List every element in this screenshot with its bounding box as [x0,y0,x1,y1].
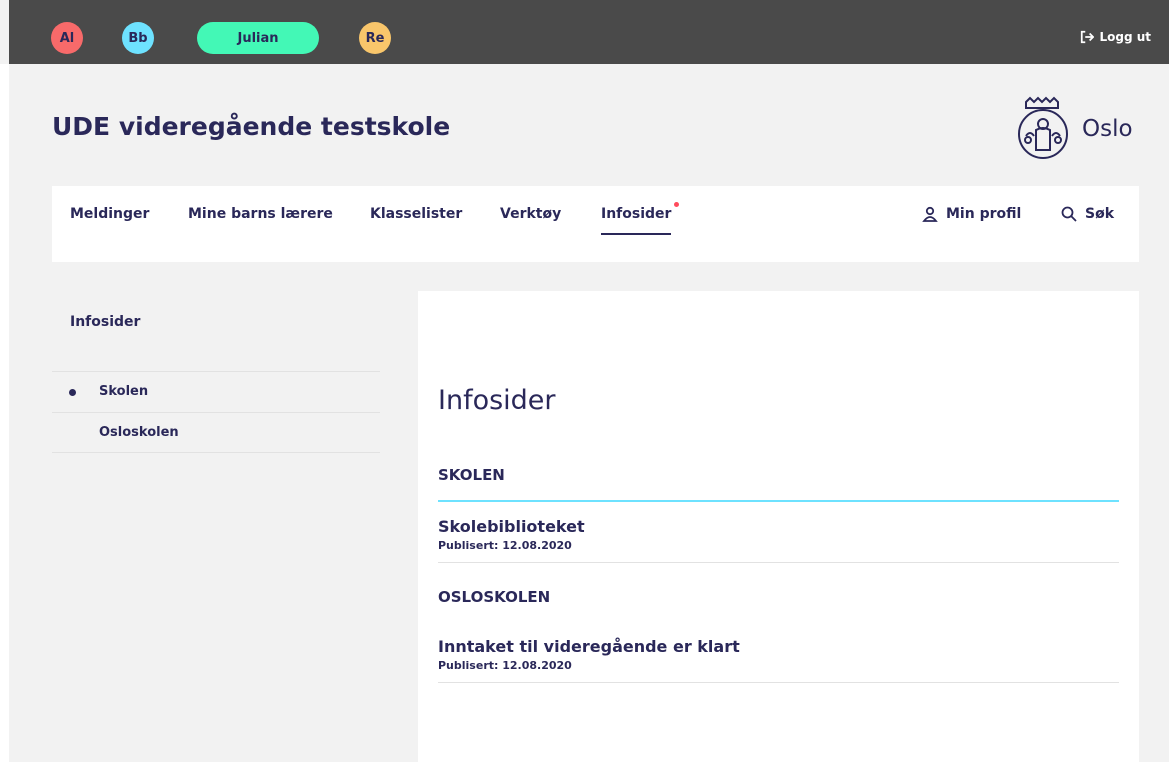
sidebar-title: Infosider [70,314,141,330]
article-published-date: Publisert: 12.08.2020 [438,659,572,672]
main-content: Infosider SKOLEN Skolebiblioteket Publis… [418,291,1139,762]
school-title: UDE videregående testskole [52,112,451,141]
section-heading-skolen: SKOLEN [438,466,505,484]
oslo-seal-icon [1018,96,1068,159]
section-heading-osloskolen: OSLOSKOLEN [438,588,551,606]
nav-item-infosider[interactable]: Infosider [601,202,680,235]
article-link-inntaket[interactable]: Inntaket til videregående er klart [438,637,1119,656]
sidebar-item-label: Skolen [99,384,149,399]
sidebar-item-label: Osloskolen [99,425,179,440]
sidebar-item-skolen[interactable]: Skolen [52,371,380,412]
top-bar: Al Bb Julian Re Logg ut [9,0,1169,64]
search-label: Søk [1085,206,1115,222]
search-icon [1061,206,1077,222]
page-title: Infosider [438,385,556,416]
logout-label: Logg ut [1099,30,1151,44]
section-divider [438,500,1119,502]
logout-button[interactable]: Logg ut [1080,30,1151,44]
nav-item-klasselister[interactable]: Klasselister [370,206,462,222]
user-icon [922,206,938,222]
logout-icon [1081,30,1095,44]
notification-dot [674,202,680,207]
selected-bullet-icon [69,389,76,396]
article-item: Inntaket til videregående er klart Publi… [438,623,1119,683]
profile-chip-julian[interactable]: Julian [197,22,319,54]
profile-chip-re[interactable]: Re [359,22,391,54]
nav-item-meldinger[interactable]: Meldinger [70,206,149,222]
profile-chip-bb[interactable]: Bb [122,22,154,54]
oslo-logo[interactable]: Oslo [1012,92,1133,162]
sidebar-list: Skolen Osloskolen [52,371,380,453]
sidebar-item-osloskolen[interactable]: Osloskolen [52,412,380,453]
main-navigation: Meldinger Mine barns lærere Klasselister… [52,186,1139,262]
article-published-date: Publisert: 12.08.2020 [438,539,572,552]
nav-item-infosider-label: Infosider [601,206,672,222]
article-link-skolebiblioteket[interactable]: Skolebiblioteket [438,517,1119,536]
search-button[interactable]: Søk [1061,206,1114,222]
article-item: Skolebiblioteket Publisert: 12.08.2020 [438,503,1119,563]
left-gutter [0,64,9,762]
my-profile-button[interactable]: Min profil [922,206,1021,222]
my-profile-label: Min profil [946,206,1022,222]
nav-item-mine-barns-laerere[interactable]: Mine barns lærere [188,206,333,222]
nav-item-verktoy[interactable]: Verktøy [500,206,561,222]
oslo-logo-text: Oslo [1082,116,1133,142]
profile-chip-al[interactable]: Al [51,22,83,54]
